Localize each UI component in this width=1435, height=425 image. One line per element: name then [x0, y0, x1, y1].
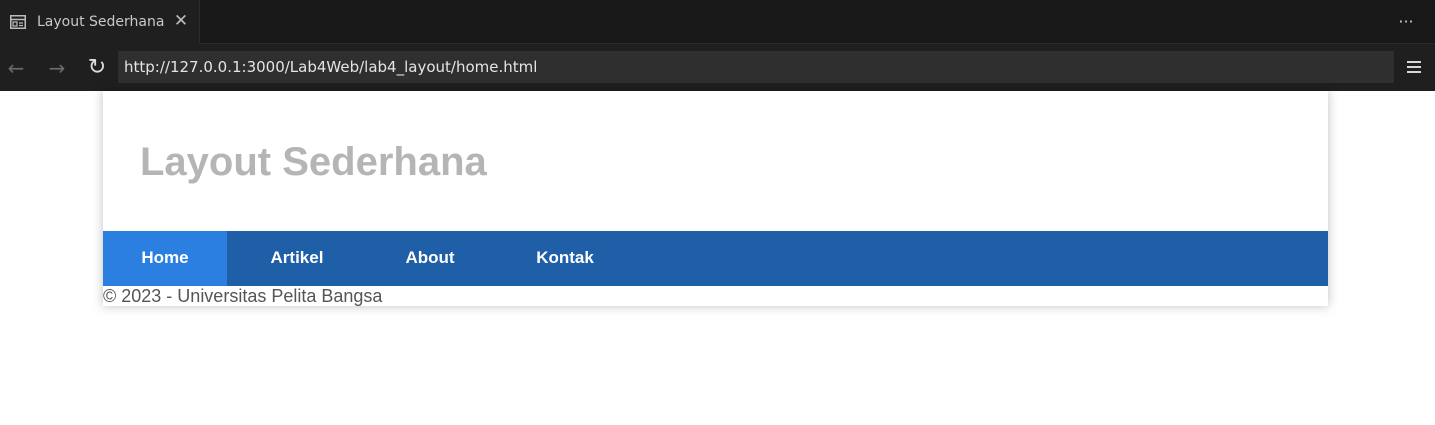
nav-item-about[interactable]: About — [367, 231, 493, 286]
nav-item-artikel[interactable]: Artikel — [227, 231, 367, 286]
nav-item-home[interactable]: Home — [103, 231, 227, 286]
main-navbar: Home Artikel About Kontak — [103, 231, 1328, 286]
browser-tab[interactable]: Layout Sederhana ✕ — [0, 0, 200, 44]
forward-arrow-icon[interactable]: → — [44, 55, 70, 81]
browser-tab-bar: Layout Sederhana ✕ ··· — [0, 0, 1435, 44]
close-tab-icon[interactable]: ✕ — [172, 12, 190, 30]
footer-copyright: © 2023 - Universitas Pelita Bangsa — [103, 286, 383, 306]
tab-title: Layout Sederhana — [37, 14, 165, 30]
browser-toolbar: ← → ↻ http://127.0.0.1:3000/Lab4Web/lab4… — [0, 44, 1435, 91]
more-actions-icon[interactable]: ··· — [1394, 10, 1418, 34]
back-arrow-icon[interactable]: ← — [3, 55, 29, 81]
nav-item-kontak[interactable]: Kontak — [493, 231, 637, 286]
hamburger-menu-icon[interactable] — [1402, 55, 1426, 79]
reload-icon[interactable]: ↻ — [84, 55, 110, 81]
page-layout-icon — [10, 15, 26, 29]
site-title: Layout Sederhana — [140, 140, 487, 184]
page-container: Layout Sederhana Home Artikel About Kont… — [103, 91, 1328, 306]
address-input[interactable]: http://127.0.0.1:3000/Lab4Web/lab4_layou… — [118, 51, 1394, 83]
